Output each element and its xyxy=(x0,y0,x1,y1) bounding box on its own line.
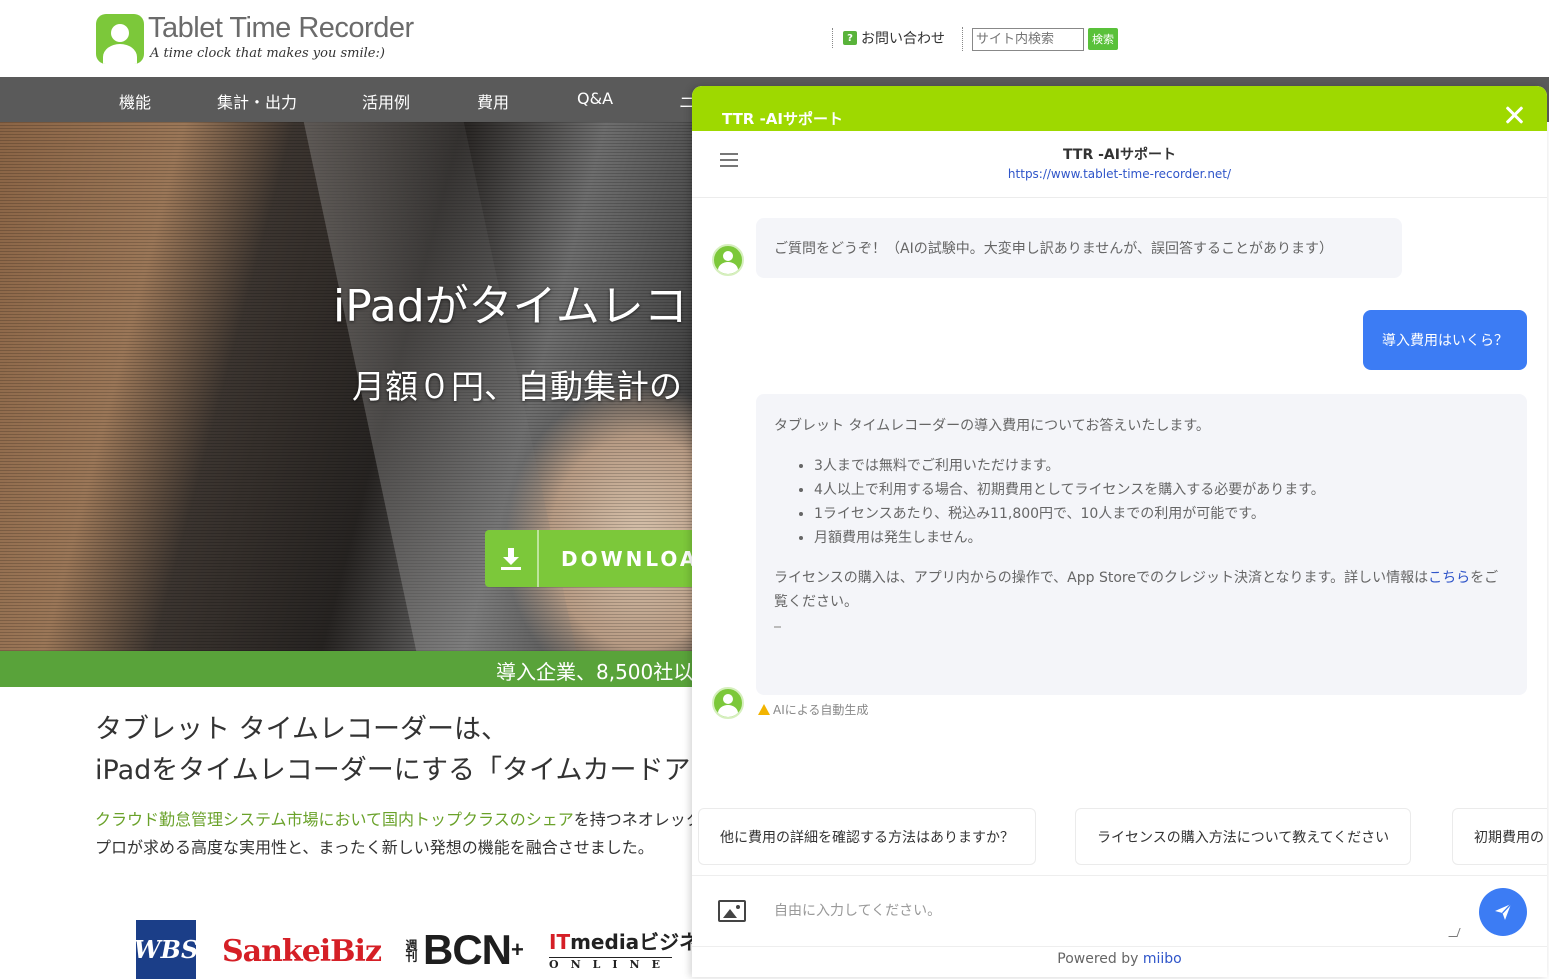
avatar-icon xyxy=(712,687,744,719)
market-share-link[interactable]: クラウド勤怠管理システム市場において国内トップクラスのシェア xyxy=(95,810,574,829)
adoption-text: 導入企業、8,500社以 xyxy=(496,660,694,684)
site-search-button[interactable]: 検索 xyxy=(1088,28,1118,50)
chat-header: TTR -AIサポート https://www.tablet-time-reco… xyxy=(692,131,1547,198)
miibo-link[interactable]: miibo xyxy=(1143,951,1182,967)
ai-generated-note: AIによる自動生成 xyxy=(758,701,868,718)
hero-subtitle: 月額０円、自動集計の xyxy=(352,367,682,406)
list-item: 4人以上で利用する場合、初期費用としてライセンスを購入する必要があります。 xyxy=(814,478,1509,502)
details-link[interactable]: こちら xyxy=(1428,570,1470,586)
download-button[interactable]: DOWNLOAD xyxy=(485,530,700,587)
chat-topbar: TTR -AIサポート xyxy=(692,86,1547,131)
question-icon: ? xyxy=(843,31,857,45)
avatar-icon xyxy=(712,244,744,276)
intro-description-line2: プロが求める高度な実用性と、まったく新しい発想の機能を融合させました。 xyxy=(95,838,654,857)
list-item: 3人までは無料でご利用いただけます。 xyxy=(814,454,1509,478)
chat-input[interactable] xyxy=(762,890,1462,936)
answer-outro-text: ライセンスの購入は、アプリ内からの操作で、App Storeでのクレジット決済と… xyxy=(774,570,1429,586)
chat-header-url[interactable]: https://www.tablet-time-recorder.net/ xyxy=(692,167,1547,181)
media-logo-wbs: WBS xyxy=(134,920,198,979)
bot-message-answer: タブレット タイムレコーダーの導入費用についてお答えいたします。 3人までは無料… xyxy=(756,394,1527,695)
nav-features[interactable]: 機能 xyxy=(119,89,151,113)
suggestion-chip[interactable]: ライセンスの購入方法について教えてください xyxy=(1075,808,1412,865)
powered-by: Powered by miibo xyxy=(692,951,1547,967)
bcn-prefix: 週刊 xyxy=(404,939,418,961)
logo-tagline: A time clock that makes you smile:) xyxy=(150,46,385,61)
list-item: 1ライセンスあたり、税込み11,800円で、10人までの利用が可能です。 xyxy=(814,502,1509,526)
ai-note-label: AIによる自動生成 xyxy=(773,703,869,717)
download-icon xyxy=(485,530,539,587)
intro-description-rest: を持つネオレック xyxy=(573,810,702,829)
site-header: Tablet Time Recorder A time clock that m… xyxy=(0,0,1549,77)
warning-icon xyxy=(758,704,770,715)
answer-intro: タブレット タイムレコーダーの導入費用についてお答えいたします。 xyxy=(774,418,1210,434)
nav-pricing[interactable]: 費用 xyxy=(477,89,509,113)
chat-topbar-title: TTR -AIサポート xyxy=(722,110,843,128)
contact-link[interactable]: ? お問い合わせ xyxy=(832,28,945,48)
media-logo-bcn: 週刊 BCN + xyxy=(403,926,524,974)
nav-reports[interactable]: 集計・出力 xyxy=(217,89,297,113)
nav-use-cases[interactable]: 活用例 xyxy=(362,89,410,113)
site-search-input[interactable] xyxy=(972,27,1084,51)
logo-icon[interactable] xyxy=(96,14,144,64)
answer-separator xyxy=(774,626,781,628)
suggestion-chip[interactable]: 初期費用の xyxy=(1452,808,1547,865)
hero-banner: iPadがタイムレコ 月額０円、自動集計の DOWNLOAD xyxy=(0,122,700,651)
site-search: 検索 xyxy=(962,27,1118,51)
bcn-plus: + xyxy=(511,937,524,962)
nav-qa[interactable]: Q&A xyxy=(577,89,613,108)
image-icon[interactable] xyxy=(718,900,746,922)
close-icon[interactable] xyxy=(1503,104,1525,126)
itmedia-it: IT xyxy=(549,930,571,954)
chat-header-title: TTR -AIサポート xyxy=(1063,147,1176,163)
list-item: 月額費用は発生しません。 xyxy=(814,526,1509,550)
intro-heading-line2: iPadをタイムレコーダーにする「タイムカードア xyxy=(95,755,691,786)
send-button[interactable] xyxy=(1479,888,1527,936)
itmedia-online: ONLINE xyxy=(549,957,672,971)
suggestion-chip[interactable]: 他に費用の詳細を確認する方法はありますか？ xyxy=(698,808,1036,865)
user-message: 導入費用はいくら？ xyxy=(1363,310,1527,370)
media-logo-sankeibiz: SankeiBiz xyxy=(222,933,382,969)
intro-description: クラウド勤怠管理システム市場において国内トップクラスのシェアを持つネオレック xyxy=(95,806,702,830)
download-label: DOWNLOAD xyxy=(561,546,700,571)
intro-heading-line1: タブレット タイムレコーダーは、 xyxy=(95,714,509,745)
answer-list: 3人までは無料でご利用いただけます。 4人以上で利用する場合、初期費用としてライ… xyxy=(814,454,1509,550)
contact-label: お問い合わせ xyxy=(861,31,945,47)
powered-by-label: Powered by xyxy=(1057,951,1143,967)
bcn-text: BCN xyxy=(423,926,512,973)
ai-support-chat: TTR -AIサポート TTR -AIサポート https://www.tabl… xyxy=(692,86,1547,977)
answer-outro: ライセンスの購入は、アプリ内からの操作で、App Storeでのクレジット決済と… xyxy=(774,566,1509,614)
send-icon xyxy=(1495,903,1512,920)
adoption-band: 導入企業、8,500社以 xyxy=(0,651,700,687)
bot-message-greeting: ご質問をどうぞ！（AIの試験中。大変申し訳ありませんが、誤回答することがあります… xyxy=(756,218,1402,278)
hero-title: iPadがタイムレコ xyxy=(333,281,688,332)
logo-title[interactable]: Tablet Time Recorder xyxy=(148,12,414,45)
chat-composer xyxy=(692,875,1547,947)
